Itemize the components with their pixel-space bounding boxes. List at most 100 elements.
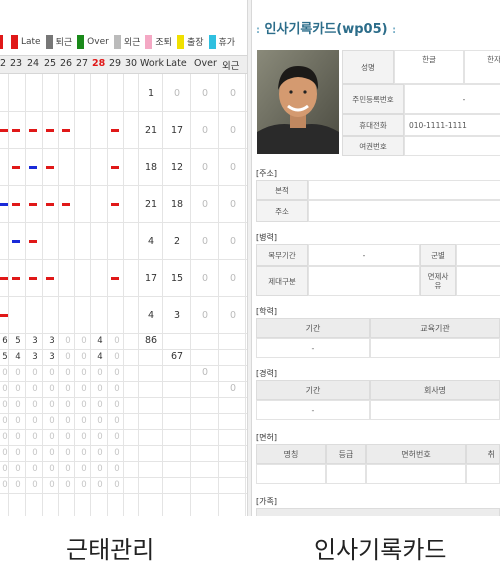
summary-cell: 0 <box>97 448 103 458</box>
service-period-label: 복무기간 <box>256 244 308 266</box>
summary-cell: 0 <box>15 384 21 394</box>
military-branch-label: 군별 <box>420 244 456 266</box>
summary-cell: 4 <box>15 352 21 362</box>
late-bar[interactable] <box>46 203 54 206</box>
edu-period-cell[interactable]: - <box>256 338 370 358</box>
late-bar[interactable] <box>12 129 20 132</box>
late-bar[interactable] <box>12 166 20 169</box>
summary-cell: 0 <box>81 432 87 442</box>
late-bar[interactable] <box>111 203 119 206</box>
license-number-cell[interactable] <box>366 464 466 484</box>
grid-vline <box>162 74 163 516</box>
out-count: 0 <box>229 199 237 210</box>
career-company-cell[interactable] <box>370 400 500 420</box>
summary-cell: 0 <box>81 480 87 490</box>
name-korean-field[interactable]: 한글 <box>394 50 464 84</box>
day-header: 29 <box>109 58 122 69</box>
grid-hline <box>0 493 247 494</box>
summary-cell: 3 <box>32 336 38 346</box>
grid-hline <box>0 397 247 398</box>
late-bar[interactable] <box>111 129 119 132</box>
name-hanja-field[interactable]: 한자 <box>464 50 500 84</box>
status-bar[interactable] <box>12 240 20 243</box>
edu-school-cell[interactable] <box>370 338 500 358</box>
license-name-cell[interactable] <box>256 464 326 484</box>
grid-hline <box>0 445 247 446</box>
legend-swatch <box>45 34 53 49</box>
late-bar[interactable] <box>111 277 119 280</box>
summary-cell: 0 <box>97 400 103 410</box>
grid-hline <box>0 477 247 478</box>
summary-cell: 0 <box>81 384 87 394</box>
summary-cell: 0 <box>2 416 8 426</box>
resident-number-field[interactable]: - <box>404 84 500 114</box>
grid-hline <box>0 429 247 430</box>
career-company-header: 회사명 <box>370 380 500 400</box>
late-count: 2 <box>173 236 181 247</box>
late-bar[interactable] <box>29 277 37 280</box>
summary-cell: 0 <box>32 368 38 378</box>
late-bar[interactable] <box>29 240 37 243</box>
career-section-title: [경력] <box>256 369 277 378</box>
late-bar[interactable] <box>46 277 54 280</box>
out-count: 0 <box>229 125 237 136</box>
service-period-field[interactable]: - <box>308 244 420 266</box>
late-count: 12 <box>170 162 184 173</box>
late-bar[interactable] <box>29 129 37 132</box>
late-count: 3 <box>173 310 181 321</box>
summary-cell: 0 <box>81 400 87 410</box>
out-count: 0 <box>229 310 237 321</box>
license-grade-cell[interactable] <box>326 464 366 484</box>
discharge-type-field[interactable] <box>308 266 420 296</box>
summary-cell: 0 <box>81 368 87 378</box>
grid-hline <box>0 461 247 462</box>
late-bar[interactable] <box>0 129 8 132</box>
over-count: 0 <box>201 125 209 136</box>
status-bar[interactable] <box>0 203 8 206</box>
day-header-row: 2 23 24 25 26 27 28 29 30 Work Late Over 외근 <box>0 55 247 74</box>
summary-cell: 0 <box>114 464 120 474</box>
summary-cell: 0 <box>114 400 120 410</box>
late-count: 17 <box>170 125 184 136</box>
address-field[interactable] <box>308 200 500 222</box>
license-number-header: 면허번호 <box>366 444 466 464</box>
summary-cell: 0 <box>2 448 8 458</box>
mobile-phone-field[interactable]: 010-1111-1111 <box>404 114 500 136</box>
late-bar[interactable] <box>62 203 70 206</box>
day-header: 외근 <box>222 61 240 72</box>
status-bar[interactable] <box>29 166 37 169</box>
late-bar[interactable] <box>111 166 119 169</box>
summary-cell: 0 <box>15 400 21 410</box>
military-branch-field[interactable] <box>456 244 500 266</box>
over-count: 0 <box>201 273 209 284</box>
legend-item: Late <box>11 34 41 49</box>
summary-cell: 0 <box>2 400 8 410</box>
late-bar[interactable] <box>29 203 37 206</box>
exemption-reason-label: 면제사유 <box>420 266 456 296</box>
legend-item: Over <box>77 34 109 49</box>
attendance-caption: 근태관리 <box>66 536 155 564</box>
exemption-reason-field[interactable] <box>456 266 500 296</box>
late-count: 0 <box>173 88 181 99</box>
late-bar[interactable] <box>12 277 20 280</box>
late-bar[interactable] <box>62 129 70 132</box>
discharge-type-label: 제대구분 <box>256 266 308 296</box>
late-bar[interactable] <box>46 166 54 169</box>
legend-item <box>0 34 6 49</box>
legend-label: 휴가 <box>218 38 236 48</box>
late-bar[interactable] <box>46 129 54 132</box>
license-acquired-header: 취 <box>466 444 500 464</box>
late-bar[interactable] <box>0 277 8 280</box>
domicile-field[interactable] <box>308 180 500 200</box>
career-period-cell[interactable]: - <box>256 400 370 420</box>
day-header: 24 <box>27 58 40 69</box>
license-acquired-cell[interactable] <box>466 464 500 484</box>
late-bar[interactable] <box>12 203 20 206</box>
license-section-title: [면허] <box>256 433 277 442</box>
education-section-title: [학력] <box>256 307 277 316</box>
summary-cell: 0 <box>49 400 55 410</box>
grid-vline <box>138 74 139 516</box>
passport-number-field[interactable] <box>404 136 500 156</box>
grid-vline <box>123 74 124 516</box>
late-bar[interactable] <box>0 314 8 317</box>
